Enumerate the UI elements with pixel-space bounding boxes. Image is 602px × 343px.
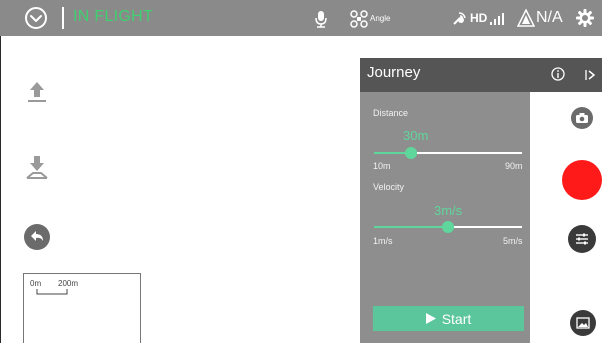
info-icon[interactable] (551, 67, 565, 81)
hd-signal-label: HD (470, 11, 488, 25)
scale-bar-line (36, 289, 68, 295)
collapse-arrow-icon[interactable] (584, 68, 596, 80)
angle-label: Angle (370, 14, 391, 23)
record-button[interactable] (562, 160, 602, 200)
chevron-circle-icon[interactable] (24, 6, 48, 30)
scale-end-label: 200m (58, 279, 79, 288)
velocity-min-label: 1m/s (373, 236, 393, 246)
journey-title: Journey (367, 64, 421, 81)
left-frame (0, 36, 11, 343)
camera-settings-icon[interactable] (568, 225, 596, 253)
drone-icon[interactable] (350, 10, 368, 28)
distance-slider-knob[interactable] (405, 147, 417, 159)
velocity-label: Velocity (373, 182, 405, 192)
start-button-label: Start (441, 310, 472, 327)
distance-min-label: 10m (373, 161, 391, 171)
return-home-icon[interactable] (23, 223, 51, 251)
takeoff-icon[interactable] (26, 80, 48, 104)
journey-panel (360, 58, 530, 343)
gps-value: N/A (536, 9, 563, 26)
play-icon (425, 313, 436, 324)
camera-control-strip (530, 92, 602, 343)
satellite-icon (516, 8, 536, 27)
signal-bars-icon (490, 12, 504, 25)
distance-max-label: 90m (505, 161, 523, 171)
microphone-icon[interactable] (314, 10, 328, 28)
status-separator (62, 7, 64, 29)
distance-label: Distance (373, 108, 409, 118)
flight-status: IN FLIGHT (73, 8, 154, 25)
velocity-track-fill (374, 226, 448, 228)
gear-icon[interactable] (576, 9, 594, 27)
velocity-slider-knob[interactable] (442, 221, 454, 233)
remote-controller-icon (452, 10, 468, 26)
velocity-value: 3m/s (434, 203, 463, 218)
distance-value: 30m (403, 128, 429, 143)
velocity-max-label: 5m/s (503, 236, 523, 246)
map-scale-box: 0m 200m (23, 273, 141, 343)
landing-icon[interactable] (25, 154, 49, 180)
scale-start-label: 0m (30, 279, 42, 288)
camera-switch-icon[interactable] (571, 107, 593, 129)
gallery-icon[interactable] (570, 310, 596, 336)
start-button[interactable]: Start (373, 306, 524, 331)
